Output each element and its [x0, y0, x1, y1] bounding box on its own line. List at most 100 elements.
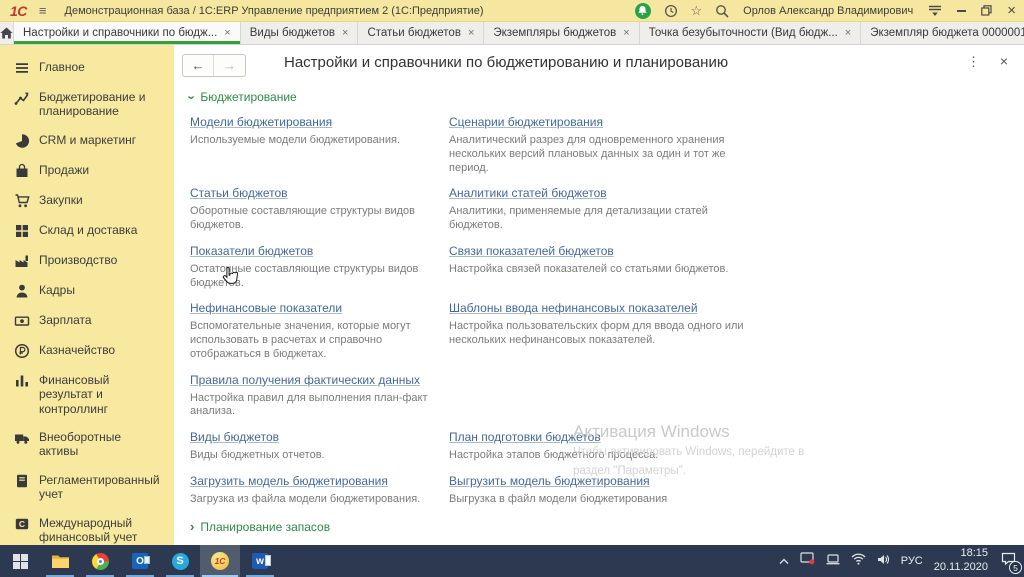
minimize-icon[interactable]	[957, 10, 966, 12]
link-description: Оборотные составляющие структуры видов б…	[190, 205, 433, 233]
list-item: Загрузить модель бюджетирования Загрузка…	[190, 472, 449, 507]
settings-link[interactable]: Модели бюджетирования	[190, 115, 332, 129]
sidebar-item-regulated-accounting[interactable]: Регламентированный учет	[0, 466, 174, 509]
action-center-icon[interactable]: 5	[1001, 552, 1016, 570]
sidebar-item-salary[interactable]: Зарплата	[0, 306, 174, 336]
sidebar-item-crm-marketing[interactable]: CRM и маркетинг	[0, 126, 174, 156]
settings-link[interactable]: Шаблоны ввода нефинансовых показателей	[449, 301, 698, 315]
watermark-title: Активация Windows	[573, 422, 804, 442]
tab-budget-instances[interactable]: Экземпляры бюджетов ×	[484, 22, 639, 44]
close-panel-icon[interactable]: ×	[1000, 53, 1008, 69]
file-explorer-icon[interactable]	[40, 545, 80, 577]
link-description: Выгрузка в файл модели бюджетирования	[449, 493, 751, 507]
titlebar: 1С ≡ Демонстрационная база / 1С:ERP Упра…	[0, 0, 1024, 22]
tray-chevron-up-icon[interactable]	[779, 552, 789, 570]
close-tab-icon[interactable]: ×	[845, 27, 851, 39]
tab-label: Статьи бюджетов	[367, 27, 460, 39]
tab-label: Настройки и справочники по бюдж...	[23, 27, 217, 39]
tab-label: Экземпляры бюджетов	[493, 27, 616, 39]
sidebar-item-budgeting-planning[interactable]: Бюджетирование и планирование	[0, 83, 174, 126]
skype-icon[interactable]: S	[160, 545, 200, 577]
settings-link[interactable]: Нефинансовые показатели	[190, 301, 342, 315]
sidebar-item-sales[interactable]: Продажи	[0, 156, 174, 186]
main-menu-icon	[13, 60, 30, 76]
back-button[interactable]: ←	[183, 55, 214, 76]
link-description: Аналитический разрез для одновременного …	[449, 134, 751, 175]
list-item: Правила получения фактических данных Нас…	[190, 371, 449, 420]
settings-link[interactable]: Сценарии бюджетирования	[449, 115, 603, 129]
settings-link[interactable]: Связи показателей бюджетов	[449, 244, 614, 258]
sidebar-item-warehouse-delivery[interactable]: Склад и доставка	[0, 216, 174, 246]
service-menu-icon[interactable]	[928, 5, 942, 17]
chrome-icon[interactable]	[80, 545, 120, 577]
home-icon	[0, 27, 13, 39]
main-menu-icon[interactable]: ≡	[39, 3, 47, 18]
ruble-circle-icon	[13, 343, 30, 359]
briefcase-icon	[13, 163, 30, 179]
content-header: ← → Настройки и справочники по бюджетиро…	[174, 45, 1024, 87]
outlook-icon[interactable]: O	[120, 545, 160, 577]
sections-sidebar: Главное Бюджетирование и планирование CR…	[0, 45, 174, 545]
current-user[interactable]: Орлов Александр Владимирович	[743, 5, 913, 17]
close-icon[interactable]: ×	[1007, 3, 1016, 18]
windows-activation-watermark: Активация Windows Чтобы активировать Win…	[573, 422, 804, 479]
tab-budget-items[interactable]: Статьи бюджетов ×	[358, 22, 484, 44]
sidebar-item-financial-result[interactable]: Финансовый результат и контроллинг	[0, 366, 174, 423]
sidebar-item-hr[interactable]: Кадры	[0, 276, 174, 306]
link-description: Используемые модели бюджетирования.	[190, 134, 433, 148]
list-item: Статьи бюджетов Оборотные составляющие с…	[190, 184, 449, 233]
tab-breakeven-point[interactable]: Точка безубыточности (Вид бюдж... ×	[640, 22, 861, 44]
history-icon[interactable]	[664, 4, 678, 18]
sidebar-item-purchasing[interactable]: Закупки	[0, 186, 174, 216]
close-tab-icon[interactable]: ×	[224, 27, 230, 39]
search-icon[interactable]	[715, 4, 729, 18]
wifi-icon[interactable]	[851, 552, 866, 570]
more-menu-icon[interactable]: ⋮	[967, 54, 980, 70]
sidebar-item-noncurrent-assets[interactable]: Внеоборотные активы	[0, 423, 174, 466]
windows-start-icon[interactable]	[0, 545, 40, 577]
forward-button[interactable]: →	[214, 55, 245, 76]
money-icon	[13, 313, 30, 329]
settings-link[interactable]: Загрузить модель бюджетирования	[190, 474, 388, 488]
link-description: Аналитики, применяемые для детализации с…	[449, 205, 751, 233]
list-item: Виды бюджетов Виды бюджетных отчетов.	[190, 428, 449, 463]
tray-laptop-icon[interactable]	[826, 552, 840, 570]
settings-link[interactable]: Статьи бюджетов	[190, 186, 288, 200]
clock[interactable]: 18:15 20.11.2020	[934, 547, 988, 575]
1c-app-icon[interactable]: 1С	[200, 545, 240, 577]
tab-budget-instance-124[interactable]: Экземпляр бюджета 000000124 о...×	[861, 22, 1024, 44]
sidebar-item-main[interactable]: Главное	[0, 53, 174, 83]
speaker-icon[interactable]	[877, 552, 890, 570]
favorites-icon[interactable]: ☆	[691, 4, 703, 17]
tab-label: Точка безубыточности (Вид бюдж...	[649, 27, 838, 39]
sidebar-item-treasury[interactable]: Казначейство	[0, 336, 174, 366]
close-tab-icon[interactable]: ×	[468, 27, 474, 39]
svg-text:С: С	[18, 519, 24, 529]
link-description: Настройка правил для выполнения план-фак…	[190, 392, 433, 420]
watermark-line: раздел "Параметры".	[573, 464, 804, 480]
notifications-icon[interactable]	[635, 3, 651, 19]
tab-settings-budgeting[interactable]: Настройки и справочники по бюдж... ×	[14, 22, 241, 44]
restore-icon[interactable]	[981, 5, 992, 16]
section-title: Планирование запасов	[200, 520, 330, 534]
language-indicator[interactable]: РУС	[901, 555, 923, 567]
close-tab-icon[interactable]: ×	[342, 27, 348, 39]
pie-chart-icon	[13, 133, 30, 149]
warehouse-grid-icon	[13, 223, 30, 239]
section-budgeting[interactable]: › Бюджетирование	[190, 90, 1024, 104]
close-tab-icon[interactable]: ×	[623, 27, 629, 39]
settings-link[interactable]: Показатели бюджетов	[190, 244, 313, 258]
sidebar-item-production[interactable]: Производство	[0, 246, 174, 276]
tray-screen-notification-icon[interactable]	[800, 552, 815, 570]
tab-budget-kinds[interactable]: Виды бюджетов×	[241, 22, 359, 44]
word-icon[interactable]: w	[240, 545, 280, 577]
link-description: Вспомогательные значения, которые могут …	[190, 320, 433, 361]
settings-link[interactable]: Аналитики статей бюджетов	[449, 186, 607, 200]
settings-link[interactable]: Правила получения фактических данных	[190, 373, 420, 387]
home-tab[interactable]	[0, 22, 14, 44]
list-item: Показатели бюджетов Остаточные составляю…	[190, 242, 449, 291]
truck-icon	[13, 430, 30, 446]
cart-icon	[13, 193, 30, 209]
settings-link[interactable]: Виды бюджетов	[190, 430, 279, 444]
section-inventory-planning[interactable]: › Планирование запасов	[190, 520, 1024, 534]
